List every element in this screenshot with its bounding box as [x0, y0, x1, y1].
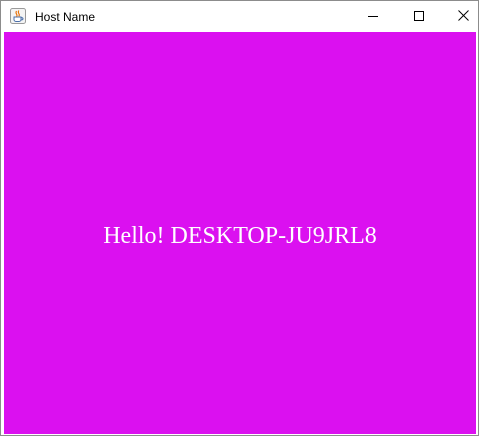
minimize-icon	[368, 8, 378, 26]
hello-message-label: Hello! DESKTOP-JU9JRL8	[103, 223, 377, 249]
title-bar[interactable]: Host Name	[1, 1, 478, 32]
app-window: Host Name Hello! DESKTOP-JU9JRL8	[0, 0, 479, 436]
window-title: Host Name	[35, 10, 96, 24]
maximize-button[interactable]	[396, 1, 442, 32]
close-button[interactable]	[440, 1, 479, 32]
minimize-button[interactable]	[350, 1, 396, 32]
maximize-icon	[414, 8, 424, 26]
content-panel: Hello! DESKTOP-JU9JRL8	[4, 32, 476, 434]
close-icon	[457, 8, 469, 26]
java-coffee-cup-icon[interactable]	[10, 8, 26, 24]
